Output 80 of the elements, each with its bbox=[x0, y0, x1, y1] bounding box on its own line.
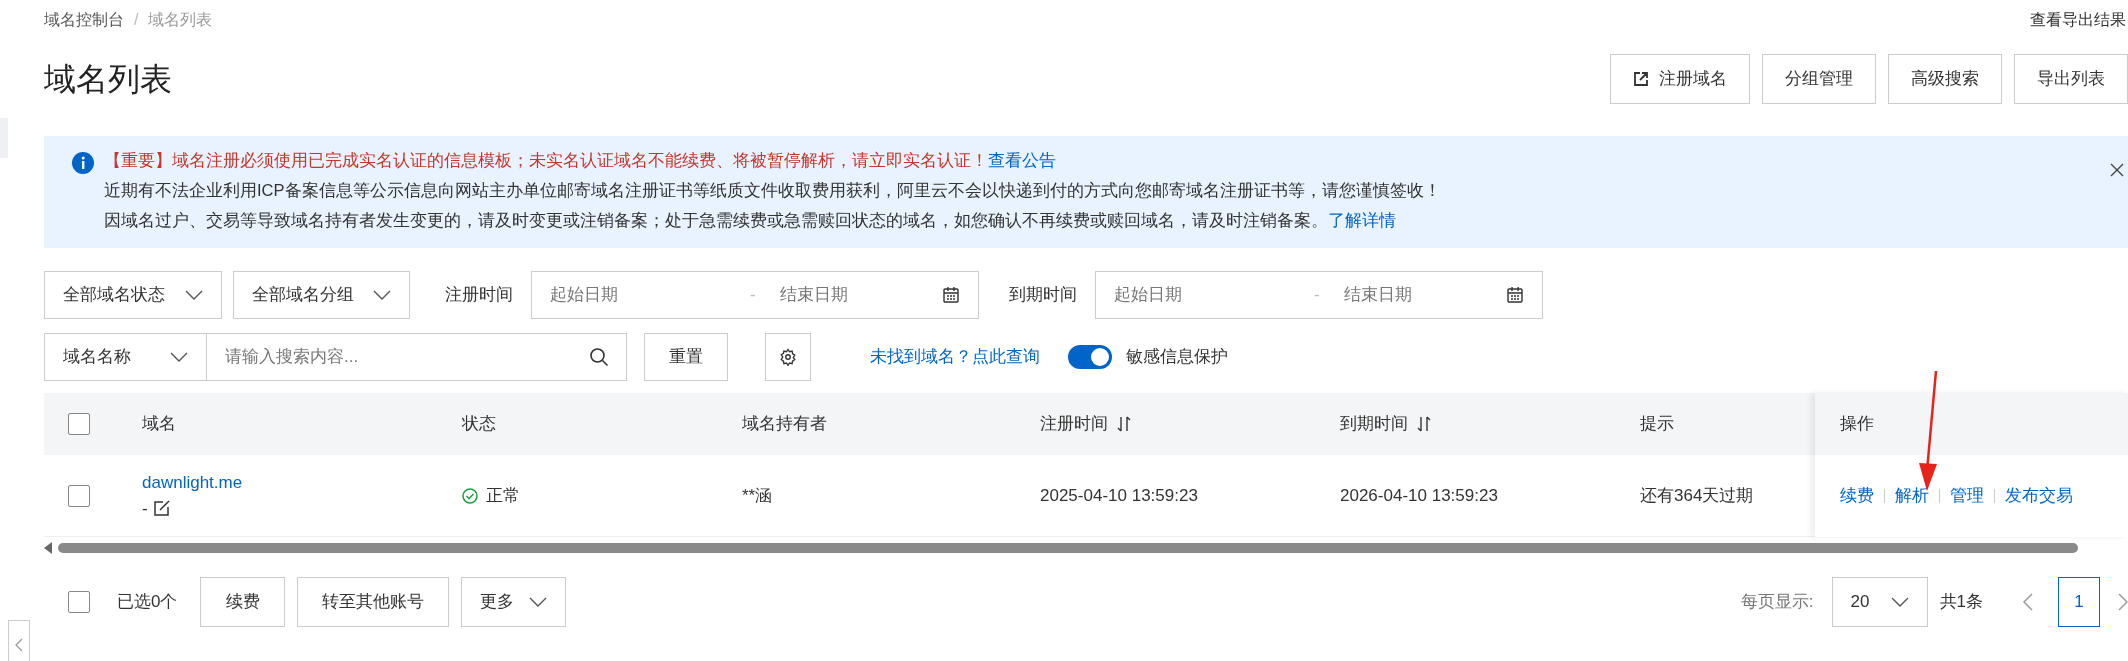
status-text: 正常 bbox=[486, 484, 520, 507]
page-size-label: 每页显示: bbox=[1740, 591, 1814, 614]
chevron-down-icon bbox=[373, 290, 391, 300]
edit-icon[interactable] bbox=[153, 500, 170, 517]
scrollbar-thumb[interactable] bbox=[58, 543, 2078, 553]
close-icon[interactable] bbox=[2110, 163, 2124, 177]
column-header: 注册时间 bbox=[1040, 413, 1108, 436]
filter-label: 注册时间 bbox=[445, 284, 513, 307]
chevron-left-icon bbox=[15, 638, 23, 652]
filter-label: 到期时间 bbox=[1009, 284, 1077, 307]
column-header: 操作 bbox=[1840, 413, 1874, 436]
sort-icon[interactable] bbox=[1116, 415, 1132, 433]
footer-button[interactable]: 转至其他账号 bbox=[297, 577, 450, 627]
page-button[interactable]: 1 bbox=[2058, 577, 2100, 627]
search-field[interactable]: 请输入搜索内容... bbox=[207, 333, 627, 381]
group-text: - bbox=[142, 497, 148, 520]
scroll-left-icon[interactable] bbox=[44, 542, 54, 554]
reset-button[interactable]: 重置 bbox=[644, 333, 728, 381]
privacy-toggle[interactable] bbox=[1068, 345, 1112, 369]
range-separator: - bbox=[1314, 284, 1321, 307]
notice-link[interactable]: 查看公告 bbox=[988, 148, 1056, 172]
column-header: 状态 bbox=[462, 413, 496, 436]
total-count: 共1条 bbox=[1939, 591, 1983, 614]
chevron-down-icon bbox=[529, 597, 548, 607]
notice-text: 【重要】域名注册必须使用已完成实名认证的信息模板；未实名认证域名不能续费、将被暂停解析，请立即实名认证！ bbox=[104, 150, 988, 171]
breadcrumb-separator: / bbox=[134, 10, 139, 30]
toggle-label: 敏感信息保护 bbox=[1126, 346, 1228, 369]
sort-icon[interactable] bbox=[1416, 415, 1432, 433]
notice-link[interactable]: 了解详情 bbox=[1328, 208, 1396, 232]
filter-select[interactable]: 全部域名状态 bbox=[44, 271, 222, 319]
info-icon bbox=[72, 152, 94, 174]
settings-button[interactable] bbox=[765, 333, 811, 381]
notice-text: 因域名过户、交易等导致域名持有者发生变更的，请及时变更或注销备案；处于急需续费或急需赎回状态的域名，如您确认不再续费或赎回域名，请及时注销备案。 bbox=[104, 210, 1328, 231]
domain-link[interactable]: dawnlight.me bbox=[142, 470, 462, 496]
breadcrumb-item: 域名列表 bbox=[148, 10, 213, 30]
filter-select[interactable]: 全部域名分组 bbox=[233, 271, 410, 319]
table-cell-text: **涵 bbox=[742, 484, 774, 507]
header-button[interactable]: 高级搜索 bbox=[1888, 54, 2002, 104]
chevron-left-icon[interactable] bbox=[2023, 593, 2033, 611]
table-cell-text: 还有364天过期 bbox=[1640, 484, 1755, 507]
settings-icon bbox=[779, 348, 797, 366]
chevron-down-icon bbox=[1890, 597, 1909, 607]
header-button[interactable]: 分组管理 bbox=[1762, 54, 1876, 104]
header-button[interactable]: 导出列表 bbox=[2014, 54, 2128, 104]
breadcrumb-item[interactable]: 域名控制台 bbox=[44, 8, 124, 32]
checkbox[interactable] bbox=[68, 591, 90, 613]
action-link[interactable]: 管理 bbox=[1950, 483, 1984, 509]
page-title: 域名列表 bbox=[44, 60, 172, 99]
table-cell-text: 2025-04-10 13:59:23 bbox=[1040, 484, 1199, 507]
checkbox[interactable] bbox=[68, 484, 90, 507]
chevron-right-icon[interactable] bbox=[2118, 593, 2128, 611]
action-link[interactable]: 续费 bbox=[1840, 483, 1874, 509]
range-separator: - bbox=[750, 284, 757, 307]
not-found-link[interactable]: 未找到域名？点此查询 bbox=[870, 344, 1040, 370]
chevron-down-icon bbox=[185, 290, 203, 300]
column-header: 域名 bbox=[142, 413, 176, 436]
checkbox[interactable] bbox=[68, 413, 90, 435]
search-icon[interactable] bbox=[589, 347, 609, 367]
table-cell-text: 2026-04-10 13:59:23 bbox=[1340, 484, 1499, 507]
field-select[interactable]: 域名名称 bbox=[44, 333, 207, 381]
calendar-icon bbox=[1506, 286, 1524, 304]
external-link-icon bbox=[1633, 71, 1649, 87]
column-header: 域名持有者 bbox=[742, 413, 827, 436]
page-size-select[interactable]: 20 bbox=[1831, 577, 1928, 627]
calendar-icon bbox=[942, 286, 960, 304]
more-dropdown[interactable]: 更多 bbox=[461, 577, 567, 627]
selected-count: 已选0个 bbox=[117, 591, 178, 614]
date-range-field[interactable]: 起始日期 - 结束日期 bbox=[1095, 271, 1543, 319]
column-header: 到期时间 bbox=[1340, 413, 1408, 436]
action-link[interactable]: 发布交易 bbox=[2005, 483, 2073, 509]
action-link[interactable]: 解析 bbox=[1895, 483, 1929, 509]
notice-text: 近期有不法企业利用ICP备案信息等公示信息向网站主办单位邮寄域名注册证书等纸质文件收取费用获利，阿里云不会以快递到付的方式向您邮寄域名注册证书等，请您谨慎签收！ bbox=[104, 180, 1441, 201]
export-results-link[interactable]: 查看导出结果 bbox=[2030, 8, 2128, 32]
column-header: 提示 bbox=[1640, 413, 1674, 436]
collapse-handle[interactable] bbox=[8, 620, 30, 661]
chevron-down-icon bbox=[170, 352, 188, 362]
date-range-field[interactable]: 起始日期 - 结束日期 bbox=[531, 271, 979, 319]
footer-button[interactable]: 续费 bbox=[200, 577, 286, 627]
check-circle-icon bbox=[462, 487, 478, 504]
header-button[interactable]: 注册域名 bbox=[1610, 54, 1750, 104]
